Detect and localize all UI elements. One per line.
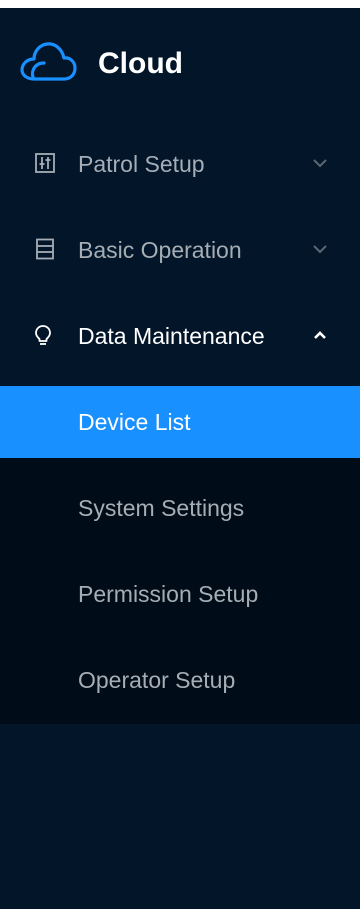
menu-item-label: Patrol Setup [78,151,205,177]
submenu-item-permission-setup[interactable]: Permission Setup [0,558,360,630]
sidebar: Cloud Patrol Setup Basic Operation Data … [0,8,360,909]
server-icon [36,238,54,260]
submenu-item-device-list[interactable]: Device List [0,386,360,458]
menu-item-label: Basic Operation [78,237,242,263]
menu-item-data-maintenance[interactable]: Data Maintenance [0,300,360,370]
menu-item-label: Data Maintenance [78,323,265,349]
brand[interactable]: Cloud [0,8,360,120]
menu-item-patrol-setup[interactable]: Patrol Setup [0,128,360,198]
sliders-icon [35,153,55,173]
submenu-item-operator-setup[interactable]: Operator Setup [0,644,360,716]
submenu-item-system-settings[interactable]: System Settings [0,472,360,544]
chevron-down-icon [313,245,327,254]
bulb-icon [35,325,51,345]
chevron-down-icon [313,159,327,168]
submenu-item-label: Operator Setup [78,667,236,693]
submenu-data-maintenance: Device List System Settings Permission S… [0,386,360,724]
chevron-up-icon [314,331,326,339]
submenu-item-label: Device List [78,409,191,435]
submenu-item-label: System Settings [78,495,245,521]
menu-item-basic-operation[interactable]: Basic Operation [0,214,360,284]
cloud-icon [20,42,77,81]
brand-title: Cloud [98,47,183,80]
submenu-item-label: Permission Setup [78,581,259,607]
